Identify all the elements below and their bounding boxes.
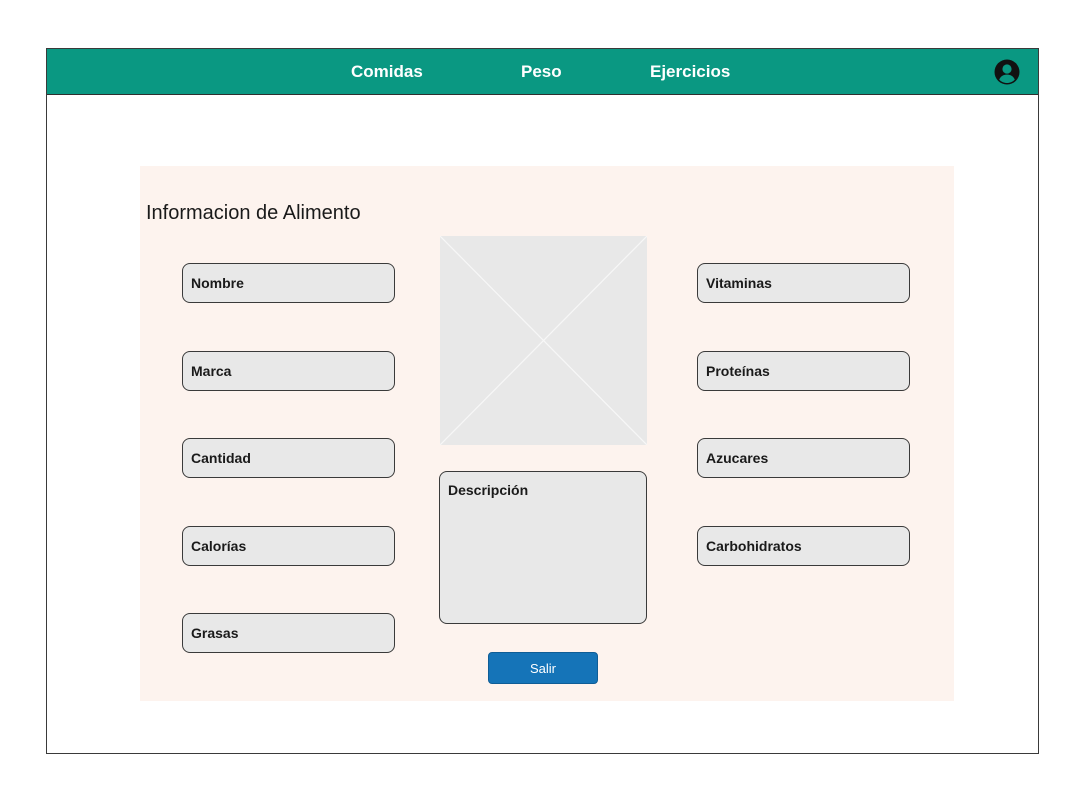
description-label: Descripción	[448, 482, 529, 498]
nav-comidas[interactable]: Comidas	[351, 62, 423, 82]
top-navbar: Comidas Peso Ejercicios	[47, 49, 1038, 95]
image-placeholder-icon	[440, 236, 647, 445]
field-label: Proteínas	[706, 363, 770, 379]
marca-field[interactable]: Marca	[182, 351, 395, 391]
user-circle-icon[interactable]	[994, 59, 1020, 85]
azucares-field[interactable]: Azucares	[697, 438, 910, 478]
proteinas-field[interactable]: Proteínas	[697, 351, 910, 391]
field-label: Nombre	[191, 275, 244, 291]
exit-button[interactable]: Salir	[488, 652, 598, 684]
field-label: Marca	[191, 363, 232, 379]
cantidad-field[interactable]: Cantidad	[182, 438, 395, 478]
field-label: Carbohidratos	[706, 538, 802, 554]
food-info-panel: Informacion de Alimento Nombre Marca Can…	[140, 166, 954, 701]
field-label: Azucares	[706, 450, 769, 466]
vitaminas-field[interactable]: Vitaminas	[697, 263, 910, 303]
nombre-field[interactable]: Nombre	[182, 263, 395, 303]
field-label: Grasas	[191, 625, 239, 641]
field-label: Vitaminas	[706, 275, 772, 291]
carbohidratos-field[interactable]: Carbohidratos	[697, 526, 910, 566]
panel-title: Informacion de Alimento	[146, 202, 361, 224]
app-window: Comidas Peso Ejercicios Informacion de A…	[46, 48, 1039, 754]
description-field[interactable]: Descripción	[439, 471, 647, 624]
field-label: Calorías	[191, 538, 247, 554]
grasas-field[interactable]: Grasas	[182, 613, 395, 653]
field-label: Cantidad	[191, 450, 251, 466]
calorias-field[interactable]: Calorías	[182, 526, 395, 566]
nav-peso[interactable]: Peso	[521, 62, 562, 82]
nav-ejercicios[interactable]: Ejercicios	[650, 62, 730, 82]
